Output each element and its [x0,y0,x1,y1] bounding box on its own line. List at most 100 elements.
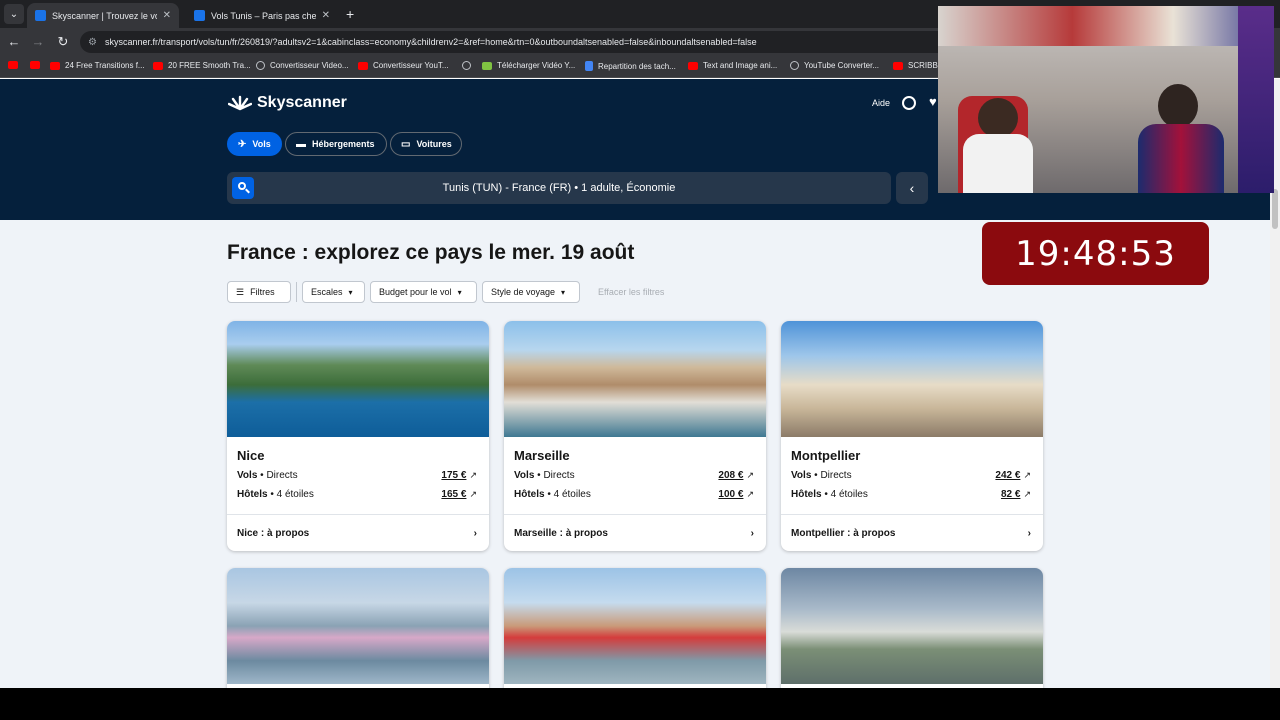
bookmark-item[interactable]: YouTube Converter... [790,61,879,70]
youtube-icon [30,61,40,69]
destination-card-marseille[interactable]: Marseille Vols • Directs 208 € ↗ Hôtels •… [504,321,766,551]
tab-title: Skyscanner | Trouvez le vol pas [52,10,157,21]
city-name: Nice [237,448,265,463]
bookmark-item[interactable]: 24 Free Transitions f... [50,61,145,70]
tab-vols-tunis[interactable]: Vols Tunis – Paris pas chers sur ✕ [186,3,338,28]
car-icon: ▭ [401,138,411,150]
globe-icon [256,61,265,70]
external-link-icon: ↗ [746,470,754,480]
travel-style-dropdown[interactable]: Style de voyage ▾ [482,281,580,303]
hotels-row: Hôtels • 4 étoiles 165 € ↗ [237,489,477,500]
help-link[interactable]: Aide [872,98,890,108]
destination-photo [781,321,1043,437]
url-text: skyscanner.fr/transport/vols/tun/fr/2608… [104,37,757,47]
stops-dropdown[interactable]: Escales ▾ [302,281,365,303]
search-icon[interactable] [232,177,254,199]
scrollbar-thumb[interactable] [1272,189,1278,229]
external-link-icon: ↗ [469,470,477,480]
back-arrow-icon[interactable]: ← [6,34,22,49]
person-head [1158,84,1198,128]
flight-price-link[interactable]: 208 € ↗ [718,470,754,481]
close-tab-icon[interactable]: ✕ [322,10,330,21]
reload-icon[interactable]: ↻ [55,34,71,50]
flights-row: Vols • Directs 242 € ↗ [791,470,1031,481]
nav-cars[interactable]: ▭ Voitures [390,132,462,156]
bookmark-item[interactable]: Text and Image ani... [688,61,777,70]
youtube-icon [893,61,903,70]
budget-dropdown[interactable]: Budget pour le vol ▾ [370,281,477,303]
external-link-icon: ↗ [1023,489,1031,499]
hotel-price-link[interactable]: 165 € ↗ [441,489,477,500]
tab-skyscanner[interactable]: Skyscanner | Trouvez le vol pas ✕ [27,3,179,28]
search-summary-bar[interactable]: Tunis (TUN) - France (FR) • 1 adulte, Éc… [227,172,891,204]
youtube-icon [8,61,18,69]
destination-photo [227,568,489,684]
tab-search-icon[interactable]: ⌄ [4,4,24,24]
bookmark-item[interactable] [30,61,45,69]
filters-button[interactable]: ☰ Filtres [227,281,291,303]
destination-photo [781,568,1043,684]
bookmark-item[interactable]: Télécharger Vidéo Y... [482,61,575,70]
tab-title: Vols Tunis – Paris pas chers sur [211,10,316,21]
search-summary-text: Tunis (TUN) - France (FR) • 1 adulte, Éc… [442,182,676,194]
nav-hotels[interactable]: ▬ Hébergements [285,132,387,156]
webcam-background [938,6,1274,46]
docs-icon [585,61,593,71]
flight-price-link[interactable]: 175 € ↗ [441,470,477,481]
about-link[interactable]: Marseille : à propos › [514,528,754,539]
youtube-icon [688,61,698,70]
about-link[interactable]: Nice : à propos › [237,528,477,539]
divider [296,282,297,302]
forward-arrow-icon[interactable]: → [30,34,46,49]
new-tab-icon[interactable]: + [346,6,354,22]
destination-photo [227,321,489,437]
chevron-right-icon: › [473,528,477,539]
destination-card[interactable] [227,568,489,688]
bookmark-item[interactable]: Convertisseur Video... [256,61,349,70]
chevron-down-icon: ▾ [348,287,353,297]
external-link-icon: ↗ [469,489,477,499]
bookmark-item[interactable] [462,61,476,70]
destination-photo [504,321,766,437]
destination-photo [504,568,766,684]
external-link-icon: ↗ [746,489,754,499]
bed-icon: ▬ [296,138,306,150]
plane-icon: ✈ [238,138,247,150]
close-tab-icon[interactable]: ✕ [163,10,171,21]
bookmark-item[interactable] [8,61,23,69]
page-title: France : explorez ce pays le mer. 19 aoû… [227,241,635,264]
globe-icon [790,61,799,70]
hotel-price-link[interactable]: 82 € ↗ [1001,489,1031,500]
heart-icon[interactable]: ♥ [929,94,937,109]
region-globe-icon[interactable] [902,96,916,110]
bookmark-item[interactable]: SCRIBBL [893,61,942,70]
globe-icon [462,61,471,70]
chevron-right-icon: › [1027,528,1031,539]
flights-row: Vols • Directs 208 € ↗ [514,470,754,481]
bookmark-item[interactable]: Convertisseur YouT... [358,61,449,70]
chevron-down-icon: ▾ [457,287,462,297]
hotel-price-link[interactable]: 100 € ↗ [718,489,754,500]
flight-price-link[interactable]: 242 € ↗ [995,470,1031,481]
youtube-icon [358,61,368,70]
nav-flights[interactable]: ✈ Vols [227,132,282,156]
destination-card[interactable] [781,568,1043,688]
skyscanner-logo[interactable]: Skyscanner [228,94,347,112]
destination-card-montpellier[interactable]: Montpellier Vols • Directs 242 € ↗ Hôtels… [781,321,1043,551]
destination-card[interactable] [504,568,766,688]
divider [504,514,766,515]
skyscanner-favicon-icon [194,10,205,21]
clear-filters-link[interactable]: Effacer les filtres [598,287,664,297]
bookmark-item[interactable]: Repartition des tach... [585,61,676,71]
site-info-icon[interactable]: ⚙ [88,37,97,48]
city-name: Montpellier [791,448,861,463]
destination-card-nice[interactable]: Nice Vols • Directs 175 € ↗ Hôtels • 4 ét… [227,321,489,551]
hotels-row: Hôtels • 4 étoiles 82 € ↗ [791,489,1031,500]
bookmark-item[interactable]: 20 FREE Smooth Tra... [153,61,251,70]
city-name: Marseille [514,448,570,463]
about-link[interactable]: Montpellier : à propos › [791,528,1031,539]
youtube-icon [153,61,163,70]
taskbar-strip [0,688,1280,720]
chevron-left-icon[interactable]: ‹ [896,172,928,204]
sliders-icon: ☰ [236,286,245,297]
